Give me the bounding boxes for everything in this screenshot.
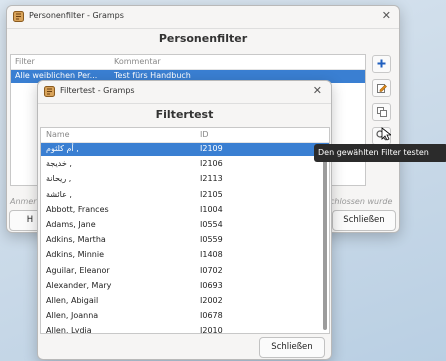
copy-filter-button[interactable]	[372, 103, 391, 121]
result-name: Adams, Jane	[46, 220, 96, 229]
result-name: Adkins, Minnie	[46, 250, 104, 260]
result-row[interactable]: Allen, Abigail I2002	[41, 295, 329, 308]
result-row[interactable]: Allen, Lydia I2010	[41, 325, 329, 334]
result-name: خديجة ,	[46, 159, 72, 169]
result-id: I2106	[200, 159, 223, 169]
result-row[interactable]: Aguilar, Eleanor I0702	[41, 265, 329, 278]
test-filter-tooltip: Den gewählten Filter testen	[314, 144, 446, 162]
result-name: Abbott, Frances	[46, 204, 109, 214]
personenfilter-titlebar: Personenfilter - Gramps ✕	[7, 6, 399, 29]
personenfilter-close-button[interactable]: Schließen	[332, 210, 396, 231]
col-id-header[interactable]: ID	[200, 130, 209, 139]
result-id: I2109	[200, 144, 223, 153]
anmerkung-label-fragment: Anmer	[10, 197, 37, 206]
result-row[interactable]: Adkins, Minnie I1408	[41, 249, 329, 262]
filtertest-window: Filtertest - Gramps ✕ Filtertest Name ID…	[37, 80, 332, 360]
personenfilter-heading: Personenfilter	[158, 32, 248, 45]
results-list-header: Name ID	[41, 128, 329, 143]
result-name: Allen, Abigail	[46, 296, 99, 305]
result-row[interactable]: ريحانة , I2113	[41, 173, 329, 186]
result-id: I2010	[200, 326, 223, 334]
result-id: I0702	[200, 265, 223, 275]
result-name: أم كلثوم ,	[46, 144, 79, 153]
result-name: Aguilar, Eleanor	[46, 265, 110, 275]
gramps-app-icon	[13, 11, 24, 22]
result-name: Allen, Joanna	[46, 311, 99, 321]
result-id: I2113	[200, 174, 223, 184]
filtertest-window-title: Filtertest - Gramps	[60, 86, 135, 95]
results-scrollbar[interactable]	[323, 144, 327, 330]
edit-icon	[376, 84, 387, 93]
add-icon	[377, 59, 386, 68]
result-name: Adkins, Martha	[46, 235, 106, 245]
result-row[interactable]: خديجة , I2106	[41, 158, 329, 171]
result-id: I0559	[200, 235, 223, 245]
result-row[interactable]: Adkins, Martha I0559	[41, 234, 329, 247]
result-id: I2105	[200, 189, 223, 199]
col-kommentar-header[interactable]: Kommentar	[114, 57, 161, 66]
result-id: I1004	[200, 204, 223, 214]
col-name-header[interactable]: Name	[46, 130, 70, 139]
filtertest-close-icon[interactable]: ✕	[313, 84, 322, 97]
result-name: Allen, Lydia	[46, 326, 92, 334]
copy-icon	[376, 107, 387, 117]
mouse-pointer-icon	[381, 127, 391, 141]
filter-list-header: Filter Kommentar	[11, 55, 365, 70]
results-list[interactable]: Name ID أم كلثوم , I2109 خديجة , I2106 ريحان…	[40, 127, 330, 334]
result-row[interactable]: Adams, Jane I0554	[41, 219, 329, 232]
result-name: Alexander, Mary	[46, 280, 112, 290]
result-row[interactable]: Alexander, Mary I0693	[41, 280, 329, 293]
personenfilter-close-icon[interactable]: ✕	[382, 9, 391, 22]
filtertest-titlebar: Filtertest - Gramps ✕	[38, 81, 331, 104]
filtertest-heading: Filtertest	[155, 108, 214, 121]
result-name: عائشة ,	[46, 189, 72, 199]
result-name: ريحانة ,	[46, 174, 72, 184]
result-row[interactable]: أم كلثوم , I2109	[41, 143, 329, 156]
add-filter-button[interactable]	[372, 55, 391, 73]
status-text-fragment: chlossen wurde	[330, 197, 393, 206]
filter-comment: Test fürs Handbuch	[114, 71, 191, 80]
result-id: I0678	[200, 311, 223, 321]
gramps-app-icon	[44, 86, 55, 97]
result-id: I0693	[200, 280, 223, 290]
result-id: I2002	[200, 296, 223, 305]
col-filter-header[interactable]: Filter	[15, 57, 35, 66]
result-id: I1408	[200, 250, 223, 260]
result-row[interactable]: عائشة , I2105	[41, 189, 329, 202]
edit-filter-button[interactable]	[372, 79, 391, 97]
filtertest-close-button[interactable]: Schließen	[259, 337, 325, 358]
result-id: I0554	[200, 220, 223, 229]
result-row[interactable]: Abbott, Frances I1004	[41, 204, 329, 217]
personenfilter-window-title: Personenfilter - Gramps	[29, 11, 124, 20]
filter-name: Alle weiblichen Per...	[15, 71, 98, 80]
result-row[interactable]: Allen, Joanna I0678	[41, 310, 329, 323]
